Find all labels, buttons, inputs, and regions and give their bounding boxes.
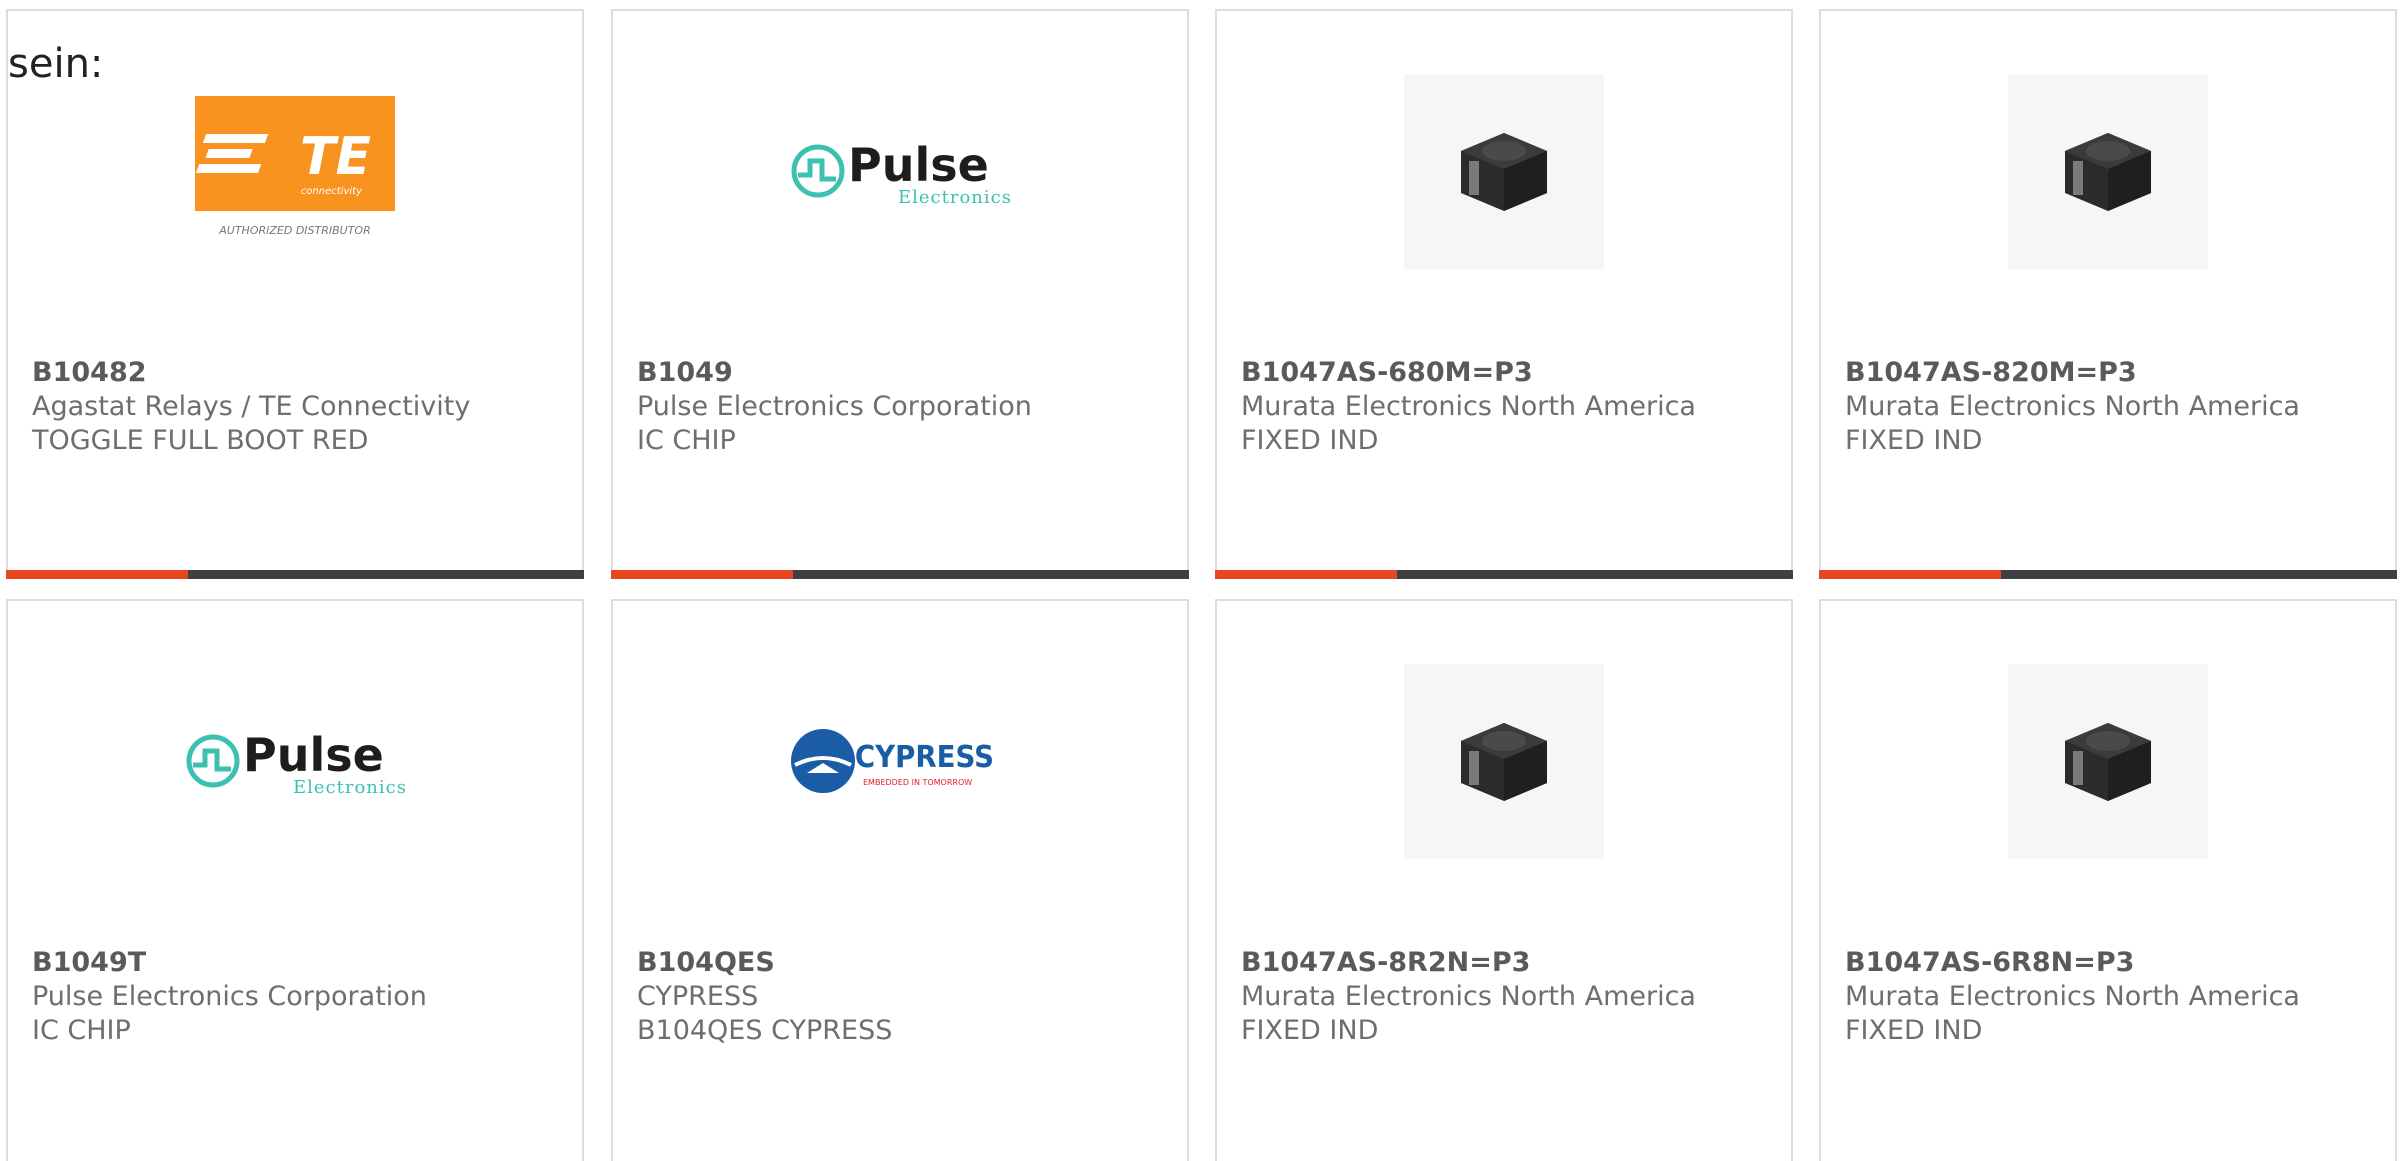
description: FIXED IND [1241, 1015, 1379, 1046]
product-info: B104QES CYPRESS B104QES CYPRESS [637, 946, 1171, 1048]
svg-text:CYPRESS: CYPRESS [855, 739, 994, 774]
product-info: B1049T Pulse Electronics Corporation IC … [32, 946, 566, 1048]
svg-text:Pulse: Pulse [243, 728, 384, 782]
svg-text:EMBEDDED IN TOMORROW: EMBEDDED IN TOMORROW [863, 778, 972, 787]
product-image [1217, 661, 1791, 861]
product-card[interactable]: Pulse Electronics B1049 Pulse Electronic… [611, 9, 1189, 579]
product-card[interactable]: TE connectivity AUTHORIZED DISTRIBUTOR B… [6, 9, 584, 579]
product-image: CYPRESS EMBEDDED IN TOMORROW [613, 661, 1187, 861]
product-image: Pulse Electronics [8, 661, 582, 861]
card-progress-bar [1215, 570, 1793, 579]
description: FIXED IND [1845, 425, 1983, 456]
card-progress-bar [1819, 570, 2397, 579]
product-card[interactable]: Pulse Electronics B1049T Pulse Electroni… [6, 599, 584, 1161]
cypress-logo: CYPRESS EMBEDDED IN TOMORROW [791, 729, 994, 793]
pulse-electronics-logo: Pulse Electronics [186, 728, 405, 798]
description: TOGGLE FULL BOOT RED [32, 425, 369, 456]
manufacturer: Pulse Electronics Corporation [32, 981, 427, 1012]
manufacturer: Murata Electronics North America [1241, 391, 1696, 422]
product-info: B1047AS-6R8N=P3 Murata Electronics North… [1845, 946, 2379, 1048]
part-number: B1047AS-8R2N=P3 [1241, 947, 1531, 978]
inductor-photo [1461, 133, 1547, 211]
description: IC CHIP [32, 1015, 131, 1046]
part-number: B1047AS-680M=P3 [1241, 357, 1533, 388]
product-image [1821, 71, 2395, 271]
description: FIXED IND [1241, 425, 1379, 456]
product-info: B1049 Pulse Electronics Corporation IC C… [637, 356, 1171, 458]
product-card[interactable]: CYPRESS EMBEDDED IN TOMORROW B104QES CYP… [611, 599, 1189, 1161]
description: B104QES CYPRESS [637, 1015, 893, 1046]
te-connectivity-logo: TE connectivity AUTHORIZED DISTRIBUTOR [195, 96, 395, 237]
product-image: TE connectivity AUTHORIZED DISTRIBUTOR [8, 71, 582, 271]
product-info: B1047AS-680M=P3 Murata Electronics North… [1241, 356, 1775, 458]
product-info: B1047AS-8R2N=P3 Murata Electronics North… [1241, 946, 1775, 1048]
svg-text:TE: TE [300, 127, 371, 187]
svg-text:Electronics: Electronics [898, 187, 1010, 208]
inductor-photo [2065, 133, 2151, 211]
manufacturer: CYPRESS [637, 981, 759, 1012]
part-number: B1047AS-820M=P3 [1845, 357, 2137, 388]
description: IC CHIP [637, 425, 736, 456]
product-card[interactable]: B1047AS-680M=P3 Murata Electronics North… [1215, 9, 1793, 579]
product-card[interactable]: B1047AS-820M=P3 Murata Electronics North… [1819, 9, 2397, 579]
part-number: B1049T [32, 947, 147, 978]
intro-text: sein: [8, 41, 104, 87]
product-image: Pulse Electronics [613, 71, 1187, 271]
product-card[interactable]: B1047AS-6R8N=P3 Murata Electronics North… [1819, 599, 2397, 1161]
pulse-electronics-logo: Pulse Electronics [791, 138, 1010, 208]
inductor-photo [1461, 723, 1547, 801]
svg-text:Electronics: Electronics [293, 777, 405, 798]
svg-text:connectivity: connectivity [301, 186, 363, 197]
svg-text:Pulse: Pulse [848, 138, 989, 192]
product-image [1217, 71, 1791, 271]
manufacturer: Murata Electronics North America [1241, 981, 1696, 1012]
part-number: B10482 [32, 357, 147, 388]
inductor-photo [2065, 723, 2151, 801]
product-grid-page: sein: TE connectivity AUTHORIZED DISTRIB… [0, 0, 2400, 1161]
manufacturer: Murata Electronics North America [1845, 981, 2300, 1012]
manufacturer: Pulse Electronics Corporation [637, 391, 1032, 422]
product-card[interactable]: B1047AS-8R2N=P3 Murata Electronics North… [1215, 599, 1793, 1161]
card-progress-bar [6, 570, 584, 579]
part-number: B104QES [637, 947, 775, 978]
card-progress-bar [611, 570, 1189, 579]
part-number: B1049 [637, 357, 733, 388]
description: FIXED IND [1845, 1015, 1983, 1046]
product-image [1821, 661, 2395, 861]
svg-text:AUTHORIZED DISTRIBUTOR: AUTHORIZED DISTRIBUTOR [218, 224, 371, 237]
manufacturer: Murata Electronics North America [1845, 391, 2300, 422]
product-info: B1047AS-820M=P3 Murata Electronics North… [1845, 356, 2379, 458]
product-info: B10482 Agastat Relays / TE Connectivity … [32, 356, 566, 458]
manufacturer: Agastat Relays / TE Connectivity [32, 391, 471, 422]
part-number: B1047AS-6R8N=P3 [1845, 947, 2135, 978]
